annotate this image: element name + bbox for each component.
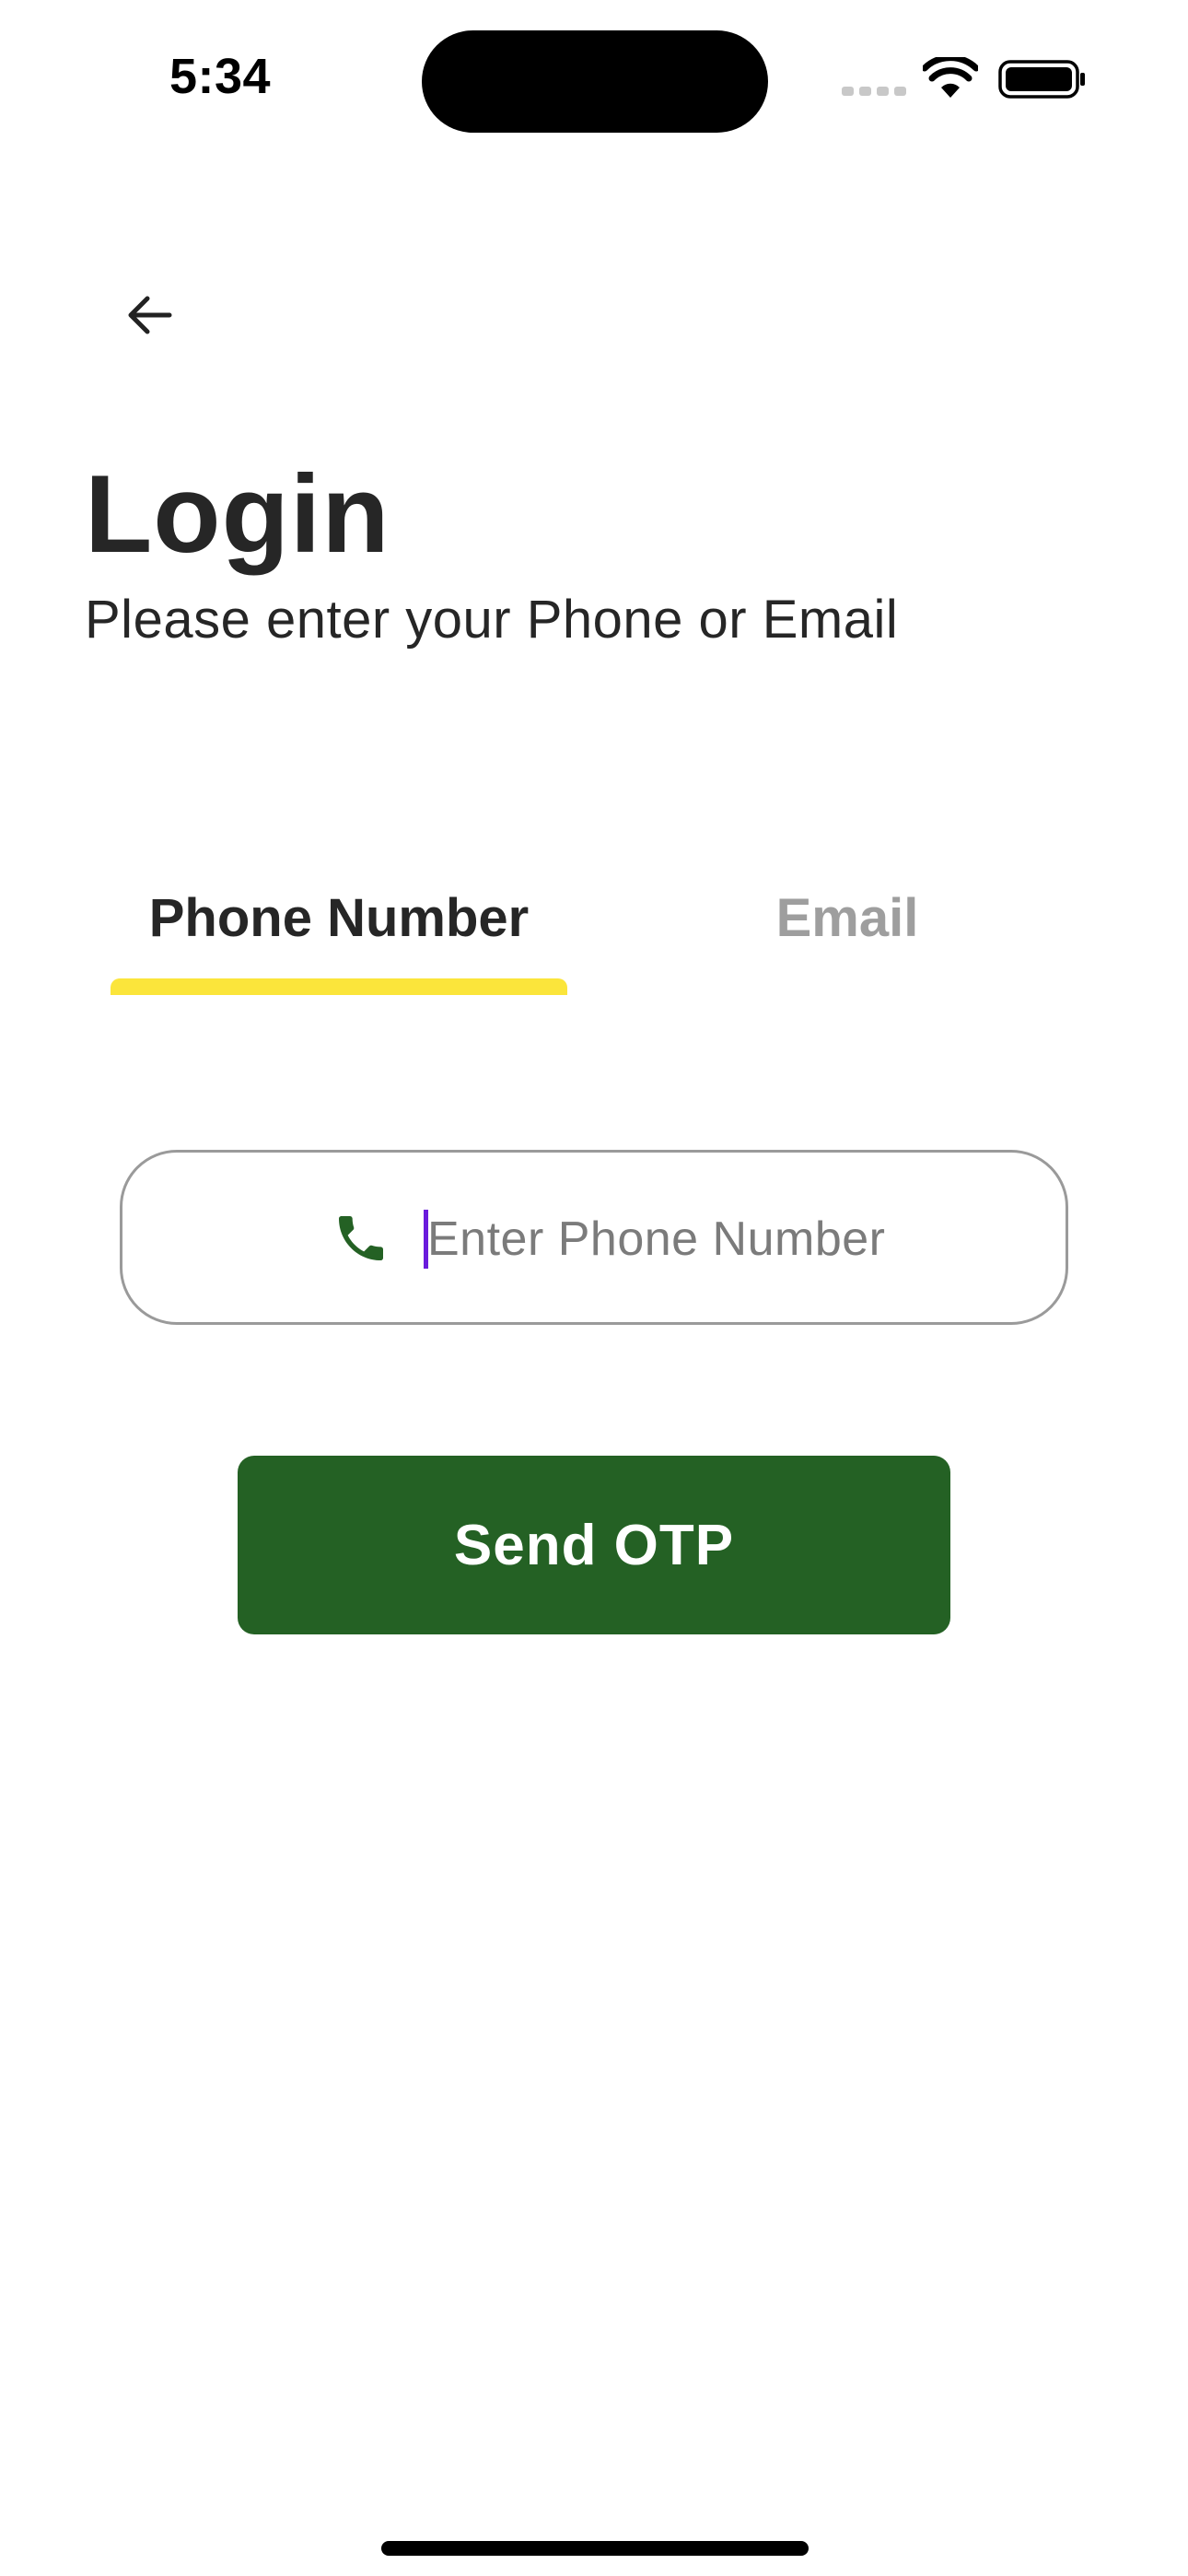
back-button[interactable] [111,276,188,354]
signal-icon [842,87,906,96]
arrow-left-icon [128,296,172,334]
status-time: 5:34 [169,49,272,104]
wifi-icon [923,57,978,98]
home-indicator [381,2541,809,2556]
page-subtitle: Please enter your Phone or Email [85,590,899,650]
page-title: Login [85,452,390,576]
battery-icon [998,60,1085,99]
phone-input-placeholder[interactable]: Enter Phone Number [427,1214,886,1265]
active-tab-indicator [111,978,567,995]
dynamic-island [422,30,768,133]
tab-phone-number[interactable]: Phone Number [111,892,567,945]
send-otp-button[interactable]: Send OTP [238,1456,950,1634]
phone-icon [339,1216,383,1260]
tab-email[interactable]: Email [700,892,995,945]
